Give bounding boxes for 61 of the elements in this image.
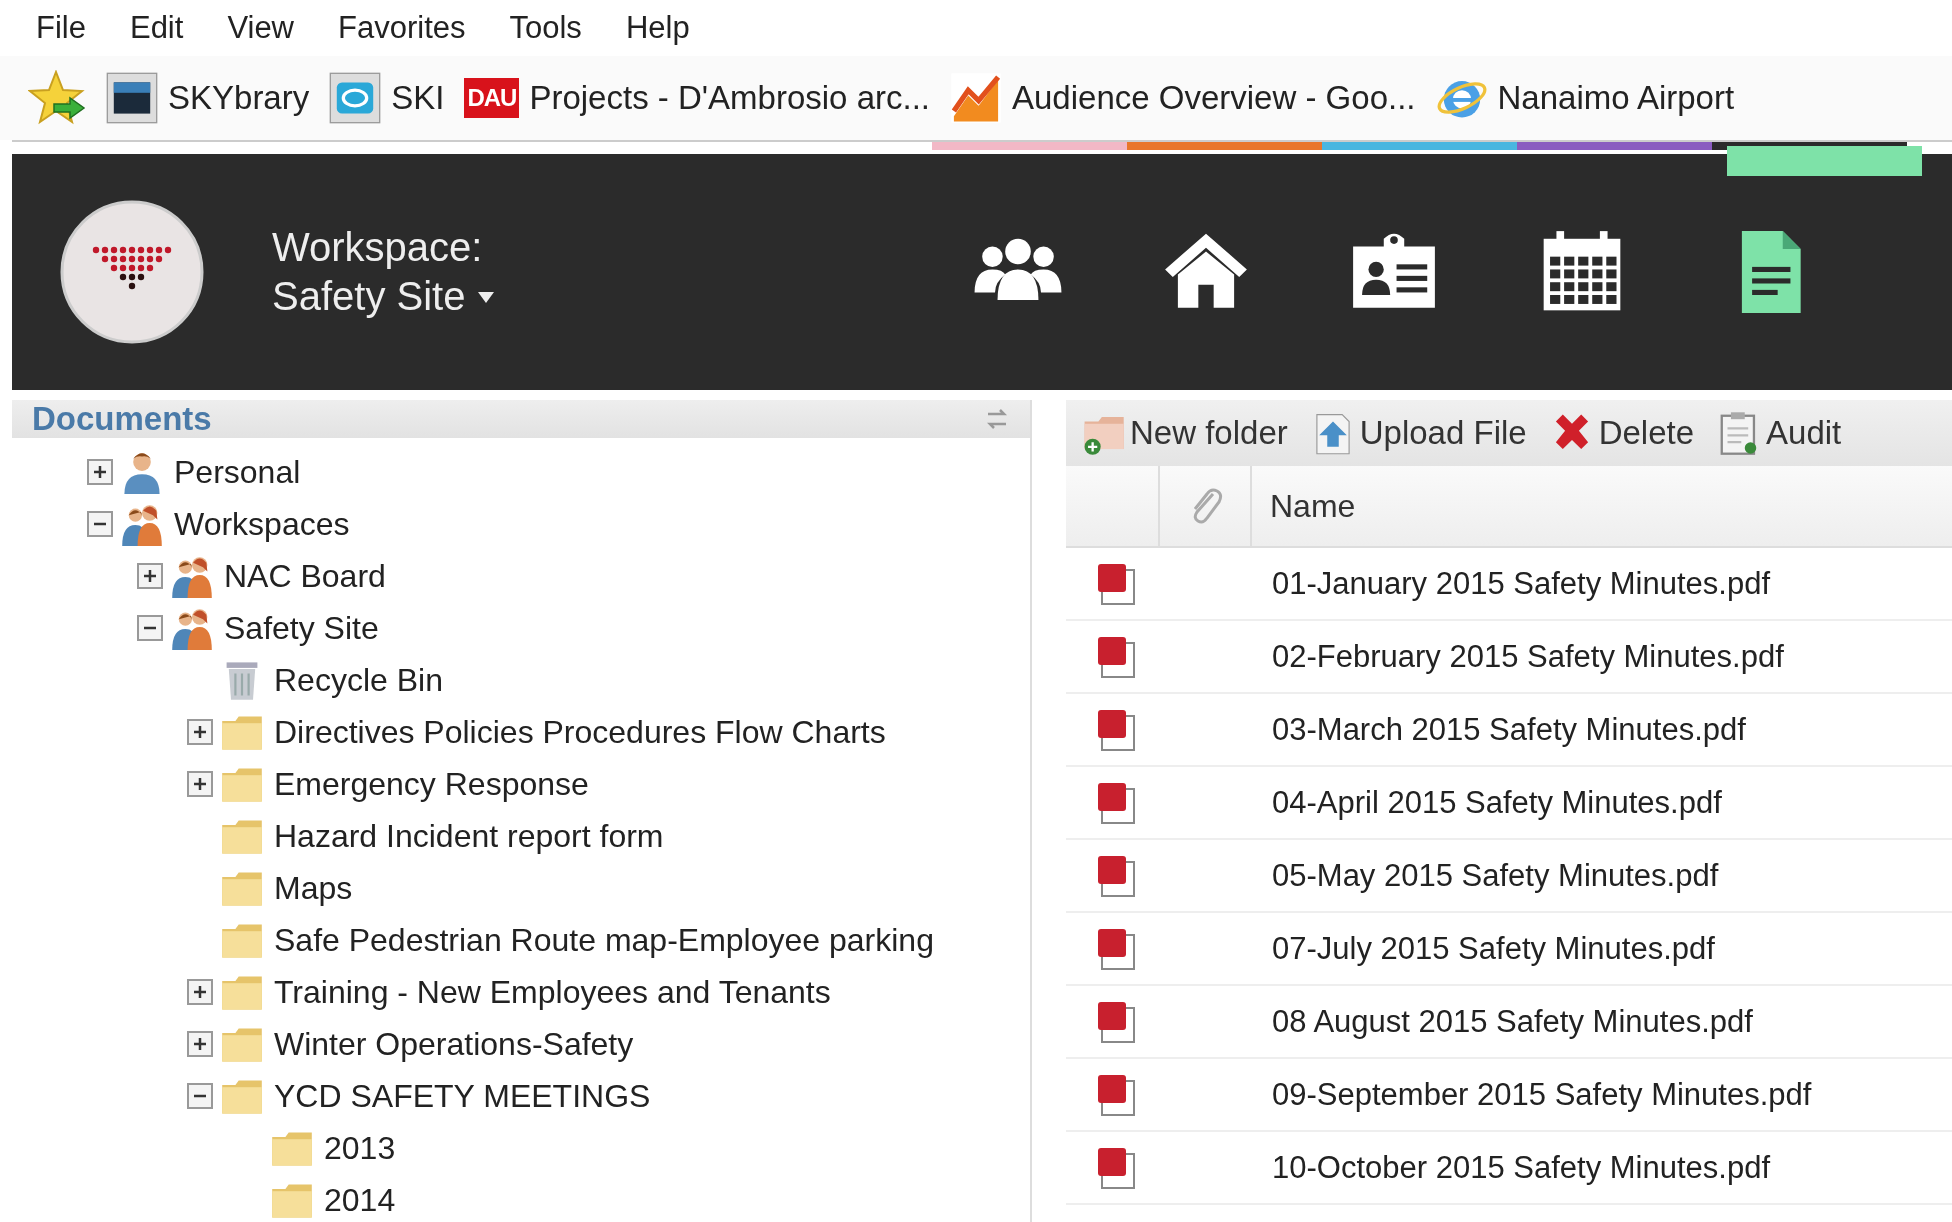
- expand-toggle[interactable]: [186, 770, 214, 798]
- file-name[interactable]: 05-May 2015 Safety Minutes.pdf: [1272, 857, 1719, 894]
- tree-item[interactable]: Recycle Bin: [274, 661, 443, 699]
- tree-item[interactable]: 2014: [324, 1181, 396, 1219]
- collapse-toggle[interactable]: [136, 614, 164, 642]
- expand-toggle[interactable]: [86, 458, 114, 486]
- menu-item[interactable]: Help: [625, 10, 690, 46]
- people-icon: [120, 502, 164, 546]
- file-name[interactable]: 04-April 2015 Safety Minutes.pdf: [1272, 784, 1722, 821]
- tree-item[interactable]: Workspaces: [174, 505, 350, 543]
- file-name[interactable]: 09-September 2015 Safety Minutes.pdf: [1272, 1076, 1812, 1113]
- file-name[interactable]: 02-February 2015 Safety Minutes.pdf: [1272, 638, 1784, 675]
- bookmark-link[interactable]: SKYbrary: [168, 79, 310, 117]
- panel-title: Documents: [32, 400, 212, 438]
- bookmark-link[interactable]: SKI: [391, 79, 445, 117]
- toolbar-button[interactable]: Audit: [1716, 410, 1842, 456]
- file-name[interactable]: 08 August 2015 Safety Minutes.pdf: [1272, 1003, 1753, 1040]
- collapse-toggle[interactable]: [186, 1082, 214, 1110]
- dau-logo-icon: DAU: [464, 78, 520, 118]
- menu-item[interactable]: View: [227, 10, 294, 46]
- logo-icon: [58, 198, 206, 346]
- menu-item[interactable]: Edit: [129, 10, 184, 46]
- file-name[interactable]: 03-March 2015 Safety Minutes.pdf: [1272, 711, 1746, 748]
- menu-item[interactable]: File: [36, 10, 86, 46]
- bookmark-link[interactable]: Audience Overview - Goo...: [1012, 79, 1416, 117]
- tree-item[interactable]: Safety Site: [224, 609, 379, 647]
- tree-item[interactable]: Directives Policies Procedures Flow Charts: [274, 713, 886, 751]
- expand-toggle[interactable]: [136, 562, 164, 590]
- workspace-selector[interactable]: Safety Site: [272, 274, 466, 319]
- tree-item[interactable]: Maps: [274, 869, 353, 907]
- bookmark-link[interactable]: Nanaimo Airport: [1497, 79, 1735, 117]
- ski-logo-icon: [329, 72, 382, 124]
- tree-item[interactable]: Hazard Incident report form: [274, 817, 664, 855]
- star-arrow-icon[interactable]: [28, 70, 88, 126]
- menu-item[interactable]: Tools: [509, 10, 582, 46]
- tree-item[interactable]: YCD SAFETY MEETINGS: [274, 1077, 651, 1115]
- tree-item[interactable]: Safe Pedestrian Route map-Employee parking: [274, 921, 934, 959]
- bookmark-link[interactable]: Projects - D'Ambrosio arc...: [529, 79, 930, 117]
- toolbar-button[interactable]: Delete: [1548, 410, 1695, 456]
- file-name[interactable]: 07-July 2015 Safety Minutes.pdf: [1272, 930, 1715, 967]
- expand-toggle[interactable]: [186, 718, 214, 746]
- column-header[interactable]: Name: [1270, 487, 1356, 525]
- toolbar-button[interactable]: New folder: [1080, 410, 1288, 456]
- workspace-label: Workspace:: [272, 225, 484, 270]
- people-icon: [170, 554, 214, 598]
- file-name[interactable]: 10-October 2015 Safety Minutes.pdf: [1272, 1149, 1770, 1186]
- tree-item[interactable]: Winter Operations-Safety: [274, 1025, 634, 1063]
- sky-logo-icon: [106, 72, 158, 124]
- toolbar-button[interactable]: Upload File: [1309, 410, 1527, 456]
- people-icon: [170, 606, 214, 650]
- expand-toggle[interactable]: [186, 1030, 214, 1058]
- tree-item[interactable]: 2013: [324, 1129, 396, 1167]
- file-name[interactable]: 01-January 2015 Safety Minutes.pdf: [1272, 565, 1771, 602]
- tree-item[interactable]: Emergency Response: [274, 765, 589, 803]
- menu-item[interactable]: Favorites: [338, 10, 466, 46]
- collapse-toggle[interactable]: [86, 510, 114, 538]
- expand-toggle[interactable]: [186, 978, 214, 1006]
- tree-item[interactable]: Personal: [174, 453, 301, 491]
- tree-item[interactable]: NAC Board: [224, 557, 386, 595]
- tree-item[interactable]: Training - New Employees and Tenants: [274, 973, 831, 1011]
- caret-icon[interactable]: [477, 289, 496, 304]
